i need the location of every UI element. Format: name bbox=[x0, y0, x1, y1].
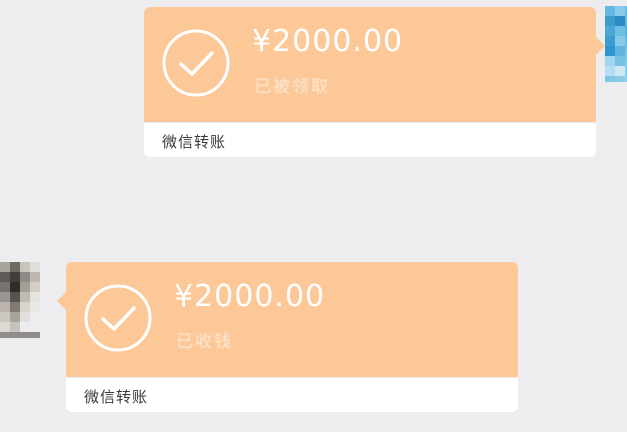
transfer-status: 已被领取 bbox=[254, 77, 330, 97]
avatar-pixel bbox=[20, 322, 30, 332]
transfer-type-label: 微信转账 bbox=[162, 133, 227, 151]
bubble-tail bbox=[57, 292, 66, 310]
avatar-pixel bbox=[0, 282, 10, 292]
transfer-status: 已收钱 bbox=[176, 332, 233, 352]
avatar-pixel bbox=[20, 292, 30, 302]
transfer-card-body[interactable]: ¥2000.00 已收钱 bbox=[66, 262, 518, 377]
avatar-pixel bbox=[20, 302, 30, 312]
avatar-pixel bbox=[30, 262, 40, 272]
avatar-pixel bbox=[605, 26, 615, 36]
transfer-card-footer: 微信转账 bbox=[66, 377, 518, 412]
avatar-pixel bbox=[30, 272, 40, 282]
avatar-pixel bbox=[615, 6, 625, 16]
avatar-pixel bbox=[30, 302, 40, 312]
avatar-pixel bbox=[615, 66, 625, 76]
transfer-amount: ¥2000.00 bbox=[252, 24, 404, 59]
contact-avatar[interactable] bbox=[0, 262, 40, 338]
avatar-pixel bbox=[0, 292, 10, 302]
avatar-pixel bbox=[20, 282, 30, 292]
avatar-pixel bbox=[0, 262, 10, 272]
avatar-pixel bbox=[10, 292, 20, 302]
check-circle-icon bbox=[162, 29, 230, 97]
avatar-pixel bbox=[10, 312, 20, 322]
avatar-pixel bbox=[605, 6, 615, 16]
avatar-pixel bbox=[615, 26, 625, 36]
bubble-tail bbox=[596, 37, 605, 55]
avatar-pixel bbox=[30, 292, 40, 302]
transfer-type-label: 微信转账 bbox=[84, 388, 149, 406]
avatar-pixel bbox=[30, 322, 40, 332]
avatar-pixel bbox=[20, 312, 30, 322]
avatar-pixel bbox=[605, 66, 615, 76]
avatar-pixel bbox=[0, 312, 10, 322]
avatar-pixel bbox=[20, 272, 30, 282]
avatar-pixel bbox=[30, 282, 40, 292]
avatar-pixel bbox=[605, 36, 615, 46]
avatar-pixel bbox=[20, 262, 30, 272]
avatar-pixel bbox=[10, 322, 20, 332]
avatar-pixel bbox=[605, 56, 615, 66]
avatar-pixel bbox=[0, 322, 10, 332]
avatar-pixel bbox=[10, 262, 20, 272]
transfer-card-incoming[interactable]: ¥2000.00 已收钱 微信转账 bbox=[57, 262, 518, 412]
transfer-amount: ¥2000.00 bbox=[174, 279, 326, 314]
avatar-pixel bbox=[0, 272, 10, 282]
check-circle-icon bbox=[84, 284, 152, 352]
self-avatar[interactable] bbox=[605, 6, 627, 82]
avatar-pixel bbox=[615, 56, 625, 66]
avatar-pixel bbox=[0, 302, 10, 312]
transfer-card-outgoing[interactable]: ¥2000.00 已被领取 微信转账 bbox=[144, 7, 605, 157]
avatar-pixel bbox=[605, 46, 615, 56]
avatar-pixel bbox=[615, 16, 625, 26]
avatar-pixel bbox=[615, 36, 625, 46]
avatar-pixel bbox=[30, 312, 40, 322]
avatar-pixel bbox=[615, 46, 625, 56]
avatar-pixel bbox=[605, 16, 615, 26]
avatar-pixel bbox=[10, 272, 20, 282]
avatar-pixel bbox=[10, 282, 20, 292]
transfer-card-footer: 微信转账 bbox=[144, 122, 596, 157]
transfer-card-body[interactable]: ¥2000.00 已被领取 bbox=[144, 7, 596, 122]
avatar-pixel bbox=[10, 302, 20, 312]
